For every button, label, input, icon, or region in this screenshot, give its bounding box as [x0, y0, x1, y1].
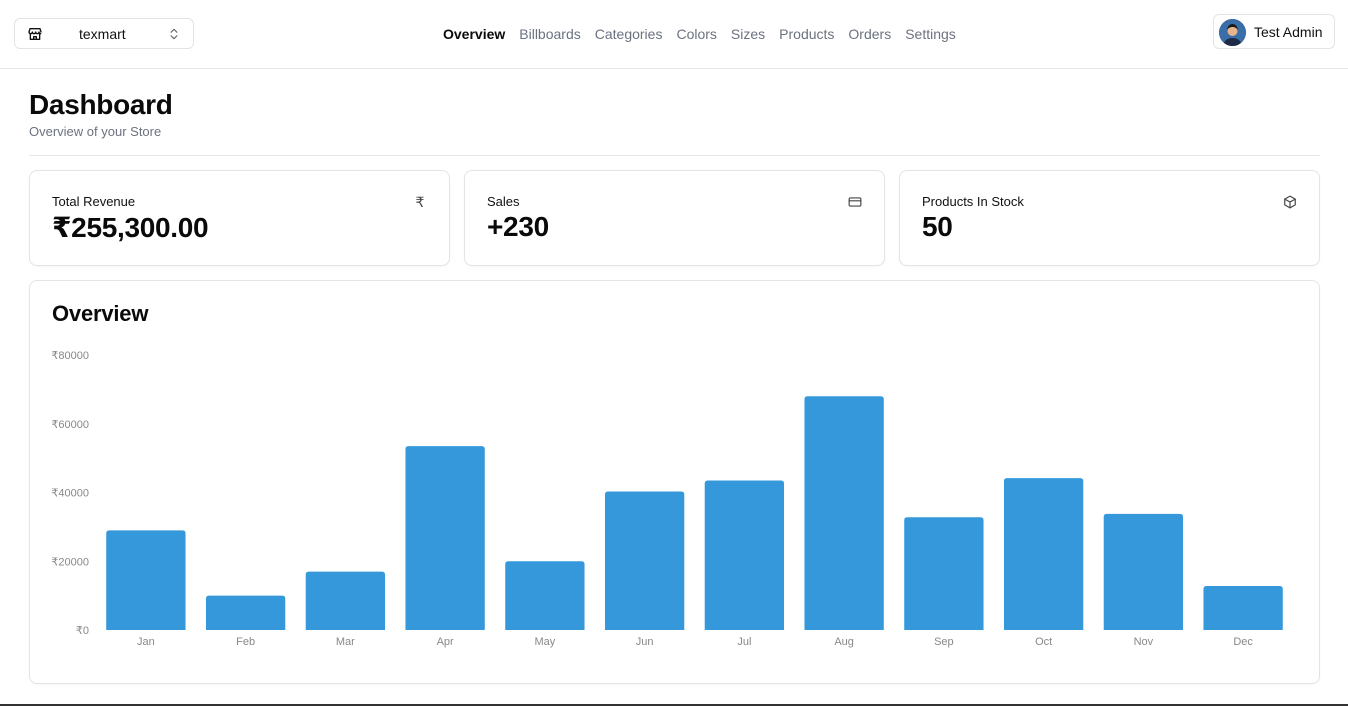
revenue-bar-chart: ₹0 ₹20000 ₹40000 ₹60000 ₹80000 Jan Feb Mar Apr Ma… [51, 350, 1283, 648]
chart-bar-sep [904, 517, 984, 630]
x-tick-label: Oct [1035, 636, 1052, 648]
stat-value: +230 [487, 211, 549, 242]
y-tick-label: ₹80000 [51, 350, 89, 362]
stat-value: ₹255,300.00 [52, 212, 209, 243]
overview-chart-card: Overview ₹0 ₹20000 ₹40000 ₹60000 ₹80000 Jan Fe… [29, 280, 1320, 684]
x-tick-label: Jun [636, 636, 654, 648]
total-revenue-card: Total Revenue ₹ ₹255,300.00 [29, 170, 450, 266]
x-tick-label: May [534, 636, 555, 648]
y-tick-label: ₹20000 [51, 556, 89, 568]
x-tick-label: Jul [737, 636, 751, 648]
nav-item-settings[interactable]: Settings [905, 24, 956, 44]
nav-item-overview[interactable]: Overview [443, 24, 505, 44]
x-tick-label: Jan [137, 636, 155, 648]
stat-label: Total Revenue [52, 194, 136, 209]
chart-bar-jan [106, 530, 186, 630]
package-icon [1284, 195, 1296, 209]
nav-item-categories[interactable]: Categories [595, 24, 663, 44]
stat-value: 50 [922, 211, 953, 242]
products-in-stock-card: Products In Stock 50 [899, 170, 1320, 266]
y-tick-label: ₹0 [76, 625, 89, 637]
rupee-icon: ₹ [415, 194, 425, 210]
x-tick-label: Nov [1134, 636, 1154, 648]
page-subtitle: Overview of your Store [29, 124, 162, 139]
nav-item-sizes[interactable]: Sizes [731, 24, 765, 44]
chart-bar-may [505, 561, 585, 630]
x-tick-label: Sep [934, 636, 954, 648]
sales-card: Sales +230 [464, 170, 885, 266]
user-name: Test Admin [1254, 24, 1323, 40]
chart-bar-feb [205, 595, 286, 630]
store-name: texmart [79, 26, 126, 42]
chart-bar-apr [405, 446, 485, 630]
chart-bar-jun [604, 491, 685, 630]
chart-bar-oct [1003, 478, 1084, 630]
store-icon [28, 28, 42, 40]
nav-item-products[interactable]: Products [779, 24, 834, 44]
chart-bar-dec [1203, 586, 1283, 630]
chevrons-up-down-icon [170, 28, 178, 40]
divider [29, 155, 1320, 156]
chart-bar-mar [305, 571, 386, 630]
x-tick-label: Apr [437, 636, 454, 648]
nav-item-colors[interactable]: Colors [676, 24, 716, 44]
x-tick-label: Dec [1233, 636, 1253, 648]
user-menu-button[interactable]: Test Admin [1213, 14, 1335, 49]
store-switcher-button[interactable]: texmart [14, 18, 194, 49]
top-navigation-bar: texmart Overview Billboards Categories C… [0, 0, 1348, 69]
y-tick-label: ₹40000 [51, 488, 89, 500]
x-tick-label: Feb [236, 636, 255, 648]
chart-bar-nov [1103, 513, 1184, 630]
user-avatar [1219, 19, 1246, 46]
chart-bar-aug [804, 396, 884, 630]
x-tick-label: Mar [336, 636, 355, 648]
nav-item-orders[interactable]: Orders [848, 24, 891, 44]
credit-card-icon [848, 197, 862, 207]
nav-item-billboards[interactable]: Billboards [519, 24, 580, 44]
page-title: Dashboard [29, 89, 173, 120]
x-tick-label: Aug [834, 636, 854, 648]
chart-bar-jul [704, 480, 785, 630]
stat-label: Sales [487, 194, 520, 209]
y-tick-label: ₹60000 [51, 419, 89, 431]
stat-label: Products In Stock [922, 194, 1024, 209]
main-nav: Overview Billboards Categories Colors Si… [443, 24, 970, 44]
